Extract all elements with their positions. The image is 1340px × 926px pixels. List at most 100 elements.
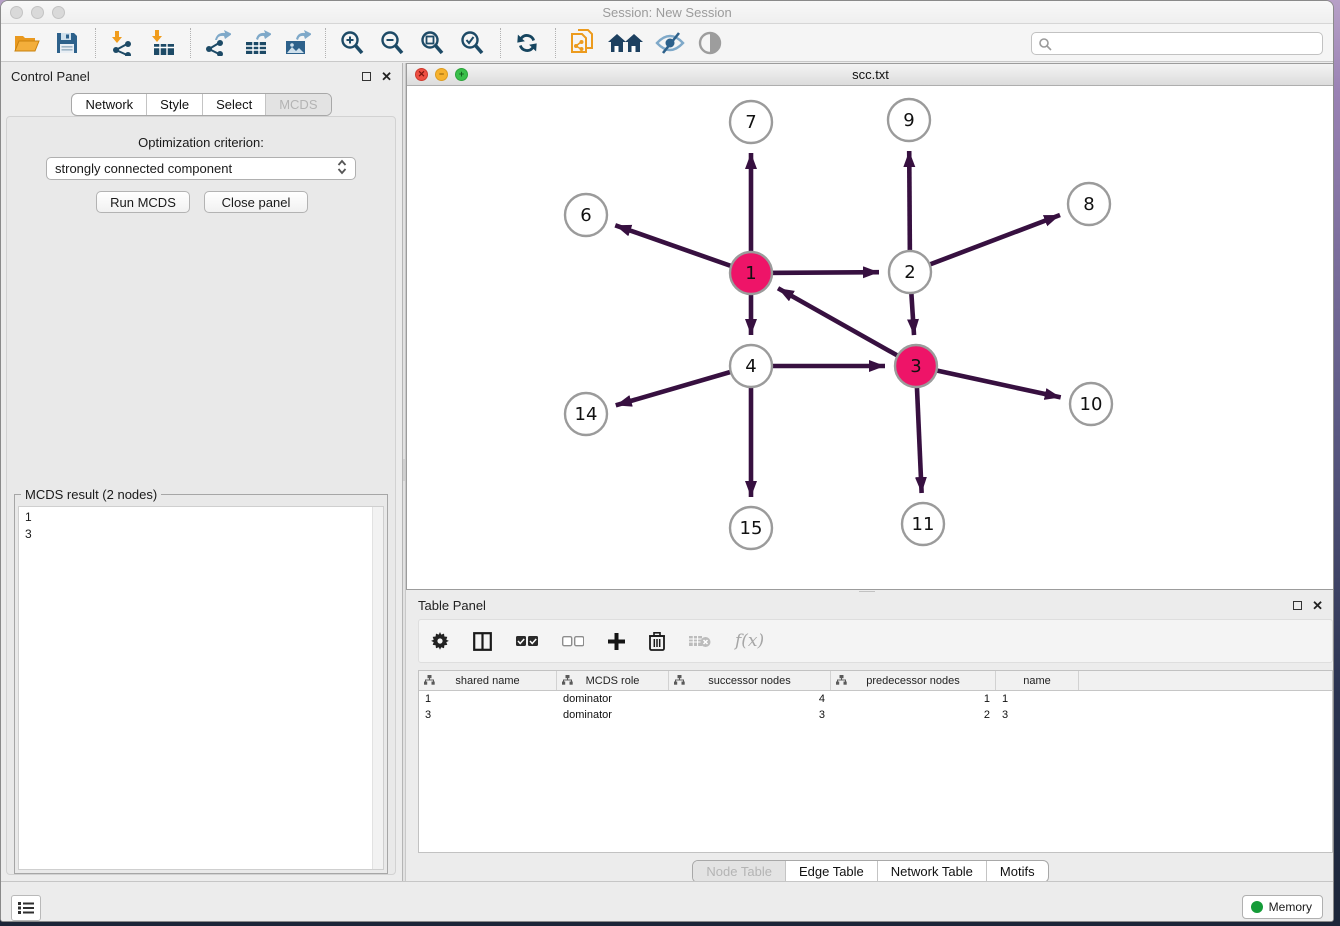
table-cell[interactable]: dominator	[557, 709, 669, 721]
table-settings-gear-icon[interactable]	[431, 632, 449, 650]
toolbar-separator	[325, 28, 326, 58]
close-panel-icon[interactable]: ✕	[381, 70, 392, 83]
memory-status-icon	[1251, 901, 1263, 913]
table-cell[interactable]: 1	[831, 693, 996, 705]
network-canvas[interactable]: 1234678910111415	[407, 86, 1334, 589]
tab-mcds[interactable]: MCDS	[265, 94, 330, 115]
search-icon	[1038, 37, 1052, 51]
delete-table-icon-disabled	[689, 634, 711, 648]
column-header-shared-name[interactable]: shared name	[419, 671, 557, 690]
import-network-icon[interactable]	[106, 27, 138, 59]
zoom-in-icon[interactable]	[336, 27, 368, 59]
hide-selected-eye-icon[interactable]	[654, 27, 686, 59]
table-body: 1dominator4113dominator323	[419, 691, 1332, 723]
result-scrollbar[interactable]	[372, 507, 383, 869]
close-table-panel-icon[interactable]: ✕	[1312, 599, 1323, 612]
import-table-icon[interactable]	[146, 27, 178, 59]
zoom-selected-icon[interactable]	[456, 27, 488, 59]
save-icon[interactable]	[51, 27, 83, 59]
graph-node-label: 9	[903, 110, 914, 131]
export-image-icon[interactable]	[281, 27, 313, 59]
table-panel-header: Table Panel ✕	[406, 592, 1334, 618]
memory-label: Memory	[1269, 900, 1312, 914]
table-cell[interactable]: dominator	[557, 693, 669, 705]
zoom-fit-icon[interactable]	[416, 27, 448, 59]
memory-button[interactable]: Memory	[1242, 895, 1323, 919]
delete-column-trash-icon[interactable]	[649, 632, 665, 651]
tab-node-table[interactable]: Node Table	[693, 861, 785, 882]
function-builder-icon: f(x)	[735, 631, 764, 651]
control-panel: Control Panel ✕ NetworkStyleSelectMCDS O…	[1, 63, 402, 881]
table-cell[interactable]: 2	[831, 709, 996, 721]
list-icon	[18, 901, 34, 915]
status-bar: Memory	[1, 881, 1333, 922]
tab-edge-table[interactable]: Edge Table	[785, 861, 877, 882]
mcds-result-list[interactable]: 13	[18, 506, 384, 870]
column-header-name[interactable]: name	[996, 671, 1079, 690]
table-cell[interactable]: 3	[996, 709, 1079, 721]
edge-3-10[interactable]	[916, 366, 1061, 397]
column-header-MCDS-role[interactable]: MCDS role	[557, 671, 669, 690]
control-panel-title: Control Panel	[11, 69, 90, 84]
deselect-all-rows-icon[interactable]	[562, 636, 584, 647]
main-toolbar	[1, 24, 1333, 62]
toolbar-separator	[555, 28, 556, 58]
select-stepper-icon	[337, 159, 347, 178]
search-field[interactable]	[1031, 32, 1323, 55]
refresh-icon[interactable]	[511, 27, 543, 59]
zoom-out-icon[interactable]	[376, 27, 408, 59]
close-panel-button[interactable]: Close panel	[204, 191, 308, 213]
float-table-panel-icon[interactable]	[1293, 601, 1302, 610]
table-cell[interactable]: 3	[669, 709, 831, 721]
select-all-rows-icon[interactable]	[516, 636, 538, 647]
graph-node-label: 8	[1083, 194, 1094, 215]
table-cell[interactable]: 4	[669, 693, 831, 705]
run-mcds-button[interactable]: Run MCDS	[96, 191, 190, 213]
tab-network[interactable]: Network	[72, 94, 146, 115]
float-panel-icon[interactable]	[362, 72, 371, 81]
show-columns-icon[interactable]	[473, 632, 492, 651]
table-cell[interactable]: 1	[996, 693, 1079, 705]
table-cell[interactable]: 3	[419, 709, 557, 721]
control-panel-header: Control Panel ✕	[1, 63, 402, 89]
toolbar-separator	[95, 28, 96, 58]
column-header-successor-nodes[interactable]: successor nodes	[669, 671, 831, 690]
divider-handle[interactable]	[403, 459, 405, 481]
network-window-titlebar[interactable]: ✕ − + scc.txt	[407, 64, 1334, 86]
network-view-window: ✕ − + scc.txt 1234678910111415	[406, 63, 1334, 590]
network-graph[interactable]: 1234678910111415	[407, 86, 1334, 590]
table-panel: Table Panel ✕	[406, 592, 1334, 881]
home-layout-icon[interactable]	[606, 27, 646, 59]
show-selected-eye-icon[interactable]	[694, 27, 726, 59]
table-cell[interactable]: 1	[419, 693, 557, 705]
mcds-result-title: MCDS result (2 nodes)	[21, 487, 161, 502]
search-input[interactable]	[1052, 37, 1322, 51]
table-row[interactable]: 3dominator323	[419, 707, 1332, 723]
open-folder-icon[interactable]	[11, 27, 43, 59]
graph-node-label: 3	[910, 356, 921, 377]
optimization-criterion-select[interactable]: strongly connected component	[46, 157, 356, 180]
mcds-result-node: 3	[25, 526, 383, 543]
mcds-result-group: MCDS result (2 nodes) 13	[14, 494, 388, 874]
task-history-button[interactable]	[11, 895, 41, 921]
tab-network-table[interactable]: Network Table	[877, 861, 986, 882]
edge-3-1[interactable]	[778, 288, 916, 366]
application-window: Session: New Session	[0, 0, 1334, 922]
tab-select[interactable]: Select	[202, 94, 265, 115]
graph-node-label: 14	[575, 404, 598, 425]
tab-motifs[interactable]: Motifs	[986, 861, 1048, 882]
graph-node-label: 6	[580, 205, 591, 226]
tab-style[interactable]: Style	[146, 94, 202, 115]
table-type-tabs: Node TableEdge TableNetwork TableMotifs	[692, 860, 1048, 883]
main-titlebar: Session: New Session	[1, 1, 1333, 24]
export-network-icon[interactable]	[201, 27, 233, 59]
add-column-icon[interactable]	[608, 633, 625, 650]
export-table-icon[interactable]	[241, 27, 273, 59]
column-header-predecessor-nodes[interactable]: predecessor nodes	[831, 671, 996, 690]
node-table[interactable]: shared nameMCDS rolesuccessor nodesprede…	[418, 670, 1333, 853]
window-title: Session: New Session	[1, 5, 1333, 20]
graph-node-label: 15	[740, 518, 763, 539]
edge-2-8[interactable]	[910, 215, 1060, 272]
table-row[interactable]: 1dominator411	[419, 691, 1332, 707]
copy-style-icon[interactable]	[566, 27, 598, 59]
